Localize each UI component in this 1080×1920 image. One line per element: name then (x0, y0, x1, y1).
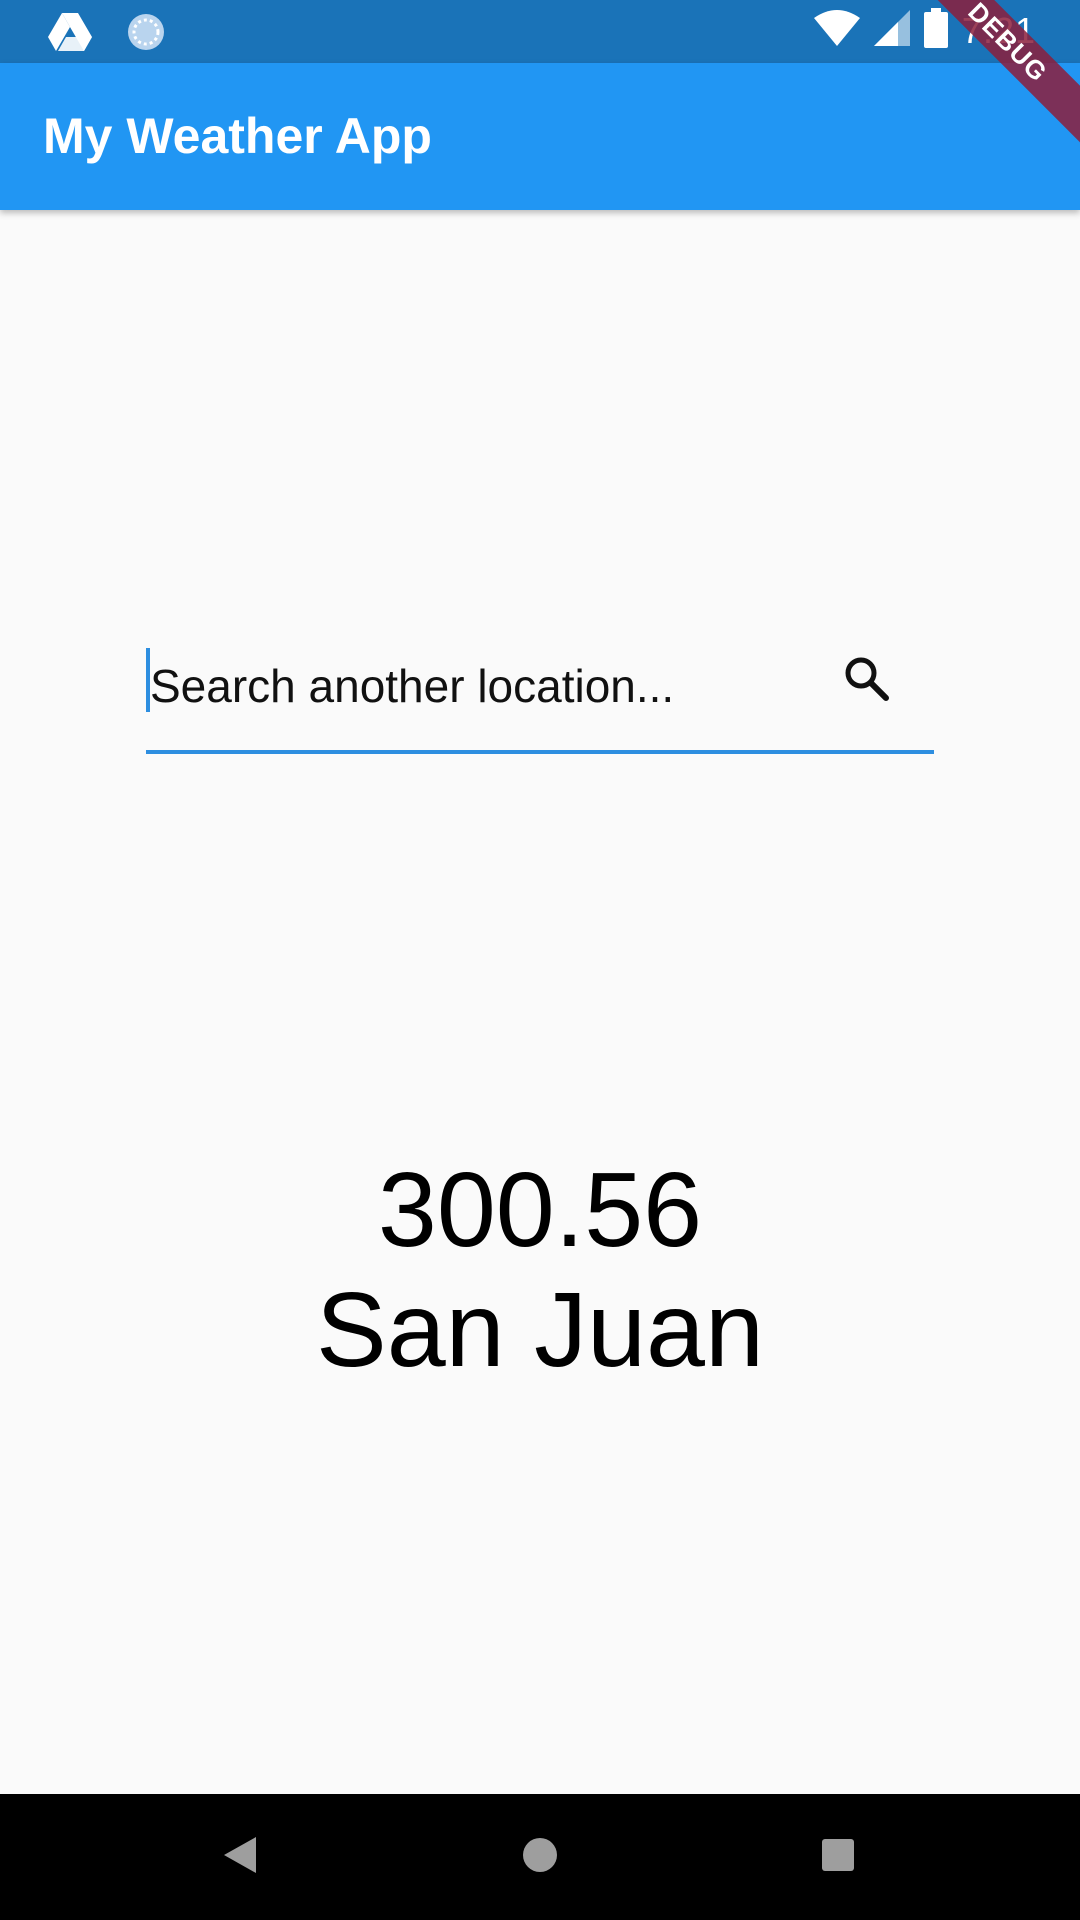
recents-icon (821, 1838, 855, 1877)
city-name: San Juan (316, 1271, 764, 1389)
drive-icon (48, 13, 92, 56)
back-icon (222, 1835, 258, 1880)
navigation-bar (0, 1794, 1080, 1920)
home-button[interactable] (510, 1827, 570, 1887)
sync-icon (126, 12, 166, 57)
back-button[interactable] (210, 1827, 270, 1887)
recents-button[interactable] (808, 1827, 868, 1887)
temperature-value: 300.56 (377, 1151, 703, 1269)
home-icon (521, 1836, 559, 1879)
search-field[interactable] (146, 640, 934, 754)
search-icon (842, 654, 890, 707)
search-input[interactable] (148, 640, 792, 732)
app-title: My Weather App (43, 108, 432, 164)
status-bar: 7:21 (0, 0, 1080, 63)
app-bar: My Weather App (0, 63, 1080, 210)
wifi-icon (813, 10, 860, 51)
battery-icon (923, 8, 948, 53)
signal-icon (873, 10, 910, 51)
status-left-icons (48, 12, 166, 57)
search-button[interactable] (836, 650, 896, 710)
